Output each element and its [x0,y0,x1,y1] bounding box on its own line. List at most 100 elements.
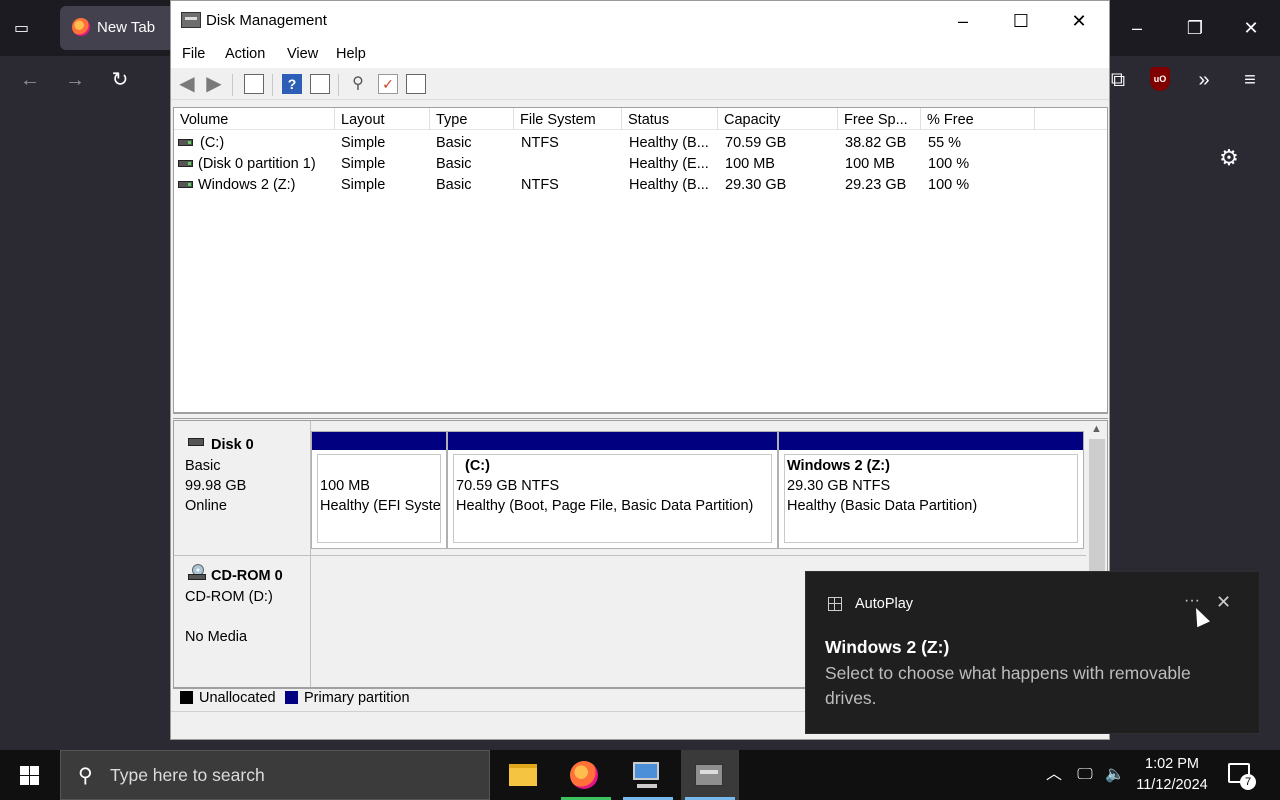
cdrom-media: No Media [185,629,248,645]
column-header-capacity[interactable]: Capacity [718,108,838,130]
ublock-origin-icon[interactable]: uO [1150,67,1170,91]
pane-splitter[interactable] [173,413,1108,419]
table-row[interactable]: Windows 2 (Z:) Simple Basic NTFS Healthy… [174,175,1107,196]
cdrom-drive-letter: CD-ROM (D:) [185,589,273,605]
cell-free-space: 38.82 GB [845,135,907,151]
show-hidden-icons-chevron-icon[interactable]: ︿ [1042,750,1066,800]
cell-file-system: NTFS [521,135,559,151]
disk-0-info[interactable]: Disk 0 Basic 99.98 GB Online [174,421,311,555]
title-bar: Disk Management – ☐ ✕ [171,1,1109,41]
clock-time: 1:02 PM [1145,756,1199,772]
overflow-menu-icon[interactable]: » [1190,66,1218,94]
toolbar-separator [338,74,339,96]
back-icon[interactable]: ← [16,66,44,94]
cell-free-space: 100 MB [845,156,895,172]
maximize-icon[interactable]: ☐ [992,1,1050,41]
action-center-icon[interactable]: 7 [1228,763,1256,790]
back-arrow-icon[interactable]: ◀ [177,74,197,94]
legend-unallocated: Unallocated [199,690,276,706]
taskbar-search-box[interactable]: ⚲ Type here to search [60,750,490,800]
column-header-type[interactable]: Type [430,108,514,130]
column-header-percent-free[interactable]: % Free [921,108,1035,130]
scroll-up-icon[interactable]: ▲ [1091,423,1102,435]
cdrom-name: CD-ROM 0 [211,568,283,584]
cell-percent-free: 55 % [928,135,962,151]
browser-restore-icon[interactable]: ❐ [1176,10,1214,46]
search-icon: ⚲ [78,765,93,787]
toolbar: ◀ ▶ ? ⚲ ✓ [171,68,1109,100]
cdrom-0-info[interactable]: CD-ROM 0 CD-ROM (D:) No Media [174,555,311,687]
taskbar-this-pc[interactable] [619,750,677,800]
firefox-icon [72,18,90,36]
browser-minimize-icon[interactable]: – [1118,10,1156,46]
volume-list: Volume Layout Type File System Status Ca… [173,107,1108,413]
partition-status: Healthy (Boot, Page File, Basic Data Par… [456,498,754,514]
taskbar-disk-management[interactable] [681,750,739,800]
reload-icon[interactable]: ↻ [106,66,134,94]
properties-pane-icon[interactable] [310,74,330,94]
partition-z[interactable]: Windows 2 (Z:) 29.30 GB NTFS Healthy (Ba… [778,431,1084,549]
settings-list-icon[interactable] [406,74,426,94]
primary-partition-bar [312,432,446,450]
show-hide-console-tree-icon[interactable] [244,74,264,94]
drive-icon [178,139,193,146]
window-title: Disk Management [206,12,327,29]
column-header-free-space[interactable]: Free Sp... [838,108,921,130]
primary-partition-bar [779,432,1083,450]
cell-layout: Simple [341,177,386,193]
forward-icon[interactable]: → [61,66,89,94]
check-properties-icon[interactable]: ✓ [378,74,398,94]
cell-percent-free: 100 % [928,156,970,172]
disk-icon [188,438,204,446]
partition-label: (C:) [465,458,490,474]
windows-logo-icon [20,766,29,775]
clock-date: 11/12/2024 [1136,777,1208,793]
cell-volume: Windows 2 (Z:) [198,177,296,193]
close-icon[interactable]: ✕ [1050,1,1108,41]
toast-close-icon[interactable]: ✕ [1216,592,1231,613]
drive-icon [178,181,193,188]
partition-size: 29.30 GB NTFS [787,478,891,494]
column-header-file-system[interactable]: File System [514,108,622,130]
browser-close-icon[interactable]: ✕ [1232,10,1270,46]
help-icon[interactable]: ? [282,74,302,94]
cell-percent-free: 100 % [928,177,970,193]
drive-icon [178,160,193,167]
disk-state: Online [185,498,227,514]
unallocated-swatch [180,691,193,704]
menu-file[interactable]: File [182,46,205,62]
gear-icon[interactable]: ⚙ [1217,146,1241,170]
cell-layout: Simple [341,156,386,172]
legend-primary-partition: Primary partition [304,690,410,706]
taskbar-firefox[interactable] [557,750,615,800]
menu-view[interactable]: View [287,46,318,62]
disk-type: Basic [185,458,221,474]
forward-arrow-icon[interactable]: ▶ [204,74,224,94]
column-header-layout[interactable]: Layout [335,108,430,130]
list-all-tabs-icon[interactable]: ▭ [14,18,36,38]
menu-help[interactable]: Help [336,46,366,62]
taskbar-file-explorer[interactable] [495,750,553,800]
notification-count: 7 [1240,774,1256,790]
menu-action[interactable]: Action [225,46,265,62]
partition-efi[interactable]: 100 MB Healthy (EFI Syste [311,431,447,549]
autoplay-toast[interactable]: AutoPlay ··· ✕ Windows 2 (Z:) Select to … [805,571,1260,734]
disk-size: 99.98 GB [185,478,247,494]
minimize-icon[interactable]: – [934,1,992,41]
partition-c[interactable]: (C:) 70.59 GB NTFS Healthy (Boot, Page F… [447,431,778,549]
scrollbar-thumb[interactable] [1089,439,1105,571]
windows-logo-icon [30,776,39,785]
cell-status: Healthy (B... [629,177,709,193]
cell-file-system: NTFS [521,177,559,193]
network-icon[interactable]: 🖵 [1072,750,1098,800]
table-row[interactable]: (Disk 0 partition 1) Simple Basic Health… [174,154,1107,175]
hamburger-menu-icon[interactable]: ≡ [1236,66,1264,94]
column-header-volume[interactable]: Volume [174,108,335,130]
table-row[interactable]: (C:) Simple Basic NTFS Healthy (B... 70.… [174,133,1107,154]
column-header-status[interactable]: Status [622,108,718,130]
cell-volume: (Disk 0 partition 1) [198,156,316,172]
taskbar-clock[interactable]: 1:02 PM 11/12/2024 [1120,754,1224,796]
start-button[interactable] [0,750,60,800]
connect-disk-icon[interactable]: ⚲ [348,74,368,94]
partition-label: Windows 2 (Z:) [787,458,890,474]
